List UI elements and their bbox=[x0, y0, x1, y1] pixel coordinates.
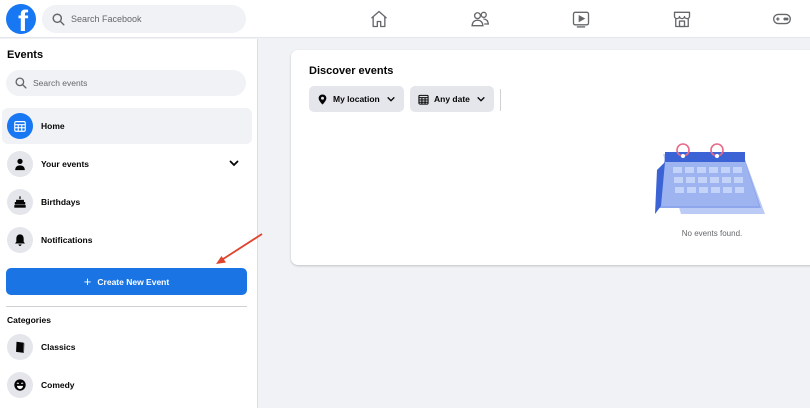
sidebar-item-your-events[interactable]: Your events bbox=[2, 146, 252, 182]
category-item-label: Classics bbox=[41, 342, 76, 352]
sidebar-item-birthdays[interactable]: Birthdays bbox=[2, 184, 252, 220]
sidebar-title: Events bbox=[7, 49, 44, 61]
facebook-logo-letter: f bbox=[18, 5, 28, 35]
category-item-classics[interactable]: Classics bbox=[2, 329, 252, 365]
gaming-icon[interactable] bbox=[770, 7, 794, 31]
events-search-input[interactable] bbox=[33, 78, 233, 88]
laughing-face-icon bbox=[7, 372, 33, 398]
chevron-down-icon bbox=[387, 97, 395, 102]
sidebar-item-label: Your events bbox=[41, 159, 90, 169]
location-filter-label: My location bbox=[333, 94, 380, 104]
date-filter-button[interactable]: Any date bbox=[410, 86, 494, 112]
cake-icon bbox=[7, 189, 33, 215]
friends-icon[interactable] bbox=[468, 7, 492, 31]
sidebar-divider bbox=[6, 306, 247, 307]
no-events-message: No events found. bbox=[681, 229, 743, 238]
facebook-search-box[interactable] bbox=[42, 5, 246, 33]
marketplace-icon[interactable] bbox=[670, 7, 694, 31]
sidebar-item-label: Home bbox=[41, 121, 65, 131]
book-icon bbox=[7, 334, 33, 360]
create-new-event-button[interactable]: + Create New Event bbox=[6, 268, 247, 295]
category-item-label: Comedy bbox=[41, 380, 75, 390]
discover-events-title: Discover events bbox=[309, 65, 394, 77]
bell-icon bbox=[7, 227, 33, 253]
discover-events-card: Discover events My location Any date No … bbox=[291, 50, 810, 265]
facebook-search-input[interactable] bbox=[71, 14, 231, 24]
sidebar-item-label: Birthdays bbox=[41, 197, 81, 207]
calendar-icon bbox=[418, 94, 429, 105]
chevron-down-icon bbox=[477, 97, 485, 102]
annotation-arrow bbox=[216, 233, 263, 264]
location-filter-button[interactable]: My location bbox=[309, 86, 404, 112]
top-navigation-bar: f bbox=[0, 0, 810, 38]
home-icon[interactable] bbox=[367, 7, 391, 31]
date-filter-label: Any date bbox=[434, 94, 470, 104]
categories-title: Categories bbox=[7, 315, 51, 325]
person-icon bbox=[7, 151, 33, 177]
location-pin-icon bbox=[318, 93, 327, 105]
calendar-grid-icon bbox=[7, 113, 33, 139]
plus-icon: + bbox=[83, 273, 92, 289]
events-search-box[interactable] bbox=[6, 70, 246, 96]
filter-separator bbox=[500, 89, 501, 111]
facebook-logo[interactable]: f bbox=[6, 4, 36, 34]
create-new-event-label: Create New Event bbox=[97, 276, 170, 287]
search-icon bbox=[15, 77, 27, 89]
search-icon bbox=[52, 12, 65, 26]
watch-icon[interactable] bbox=[569, 7, 593, 31]
category-item-comedy[interactable]: Comedy bbox=[2, 367, 252, 403]
sidebar-item-home[interactable]: Home bbox=[2, 108, 252, 144]
chevron-down-icon[interactable] bbox=[228, 157, 240, 169]
sidebar-item-label: Notifications bbox=[41, 235, 93, 245]
empty-calendar-illustration bbox=[655, 143, 765, 214]
events-sidebar: Events Home Your events Birthdays Notifi… bbox=[0, 39, 258, 408]
